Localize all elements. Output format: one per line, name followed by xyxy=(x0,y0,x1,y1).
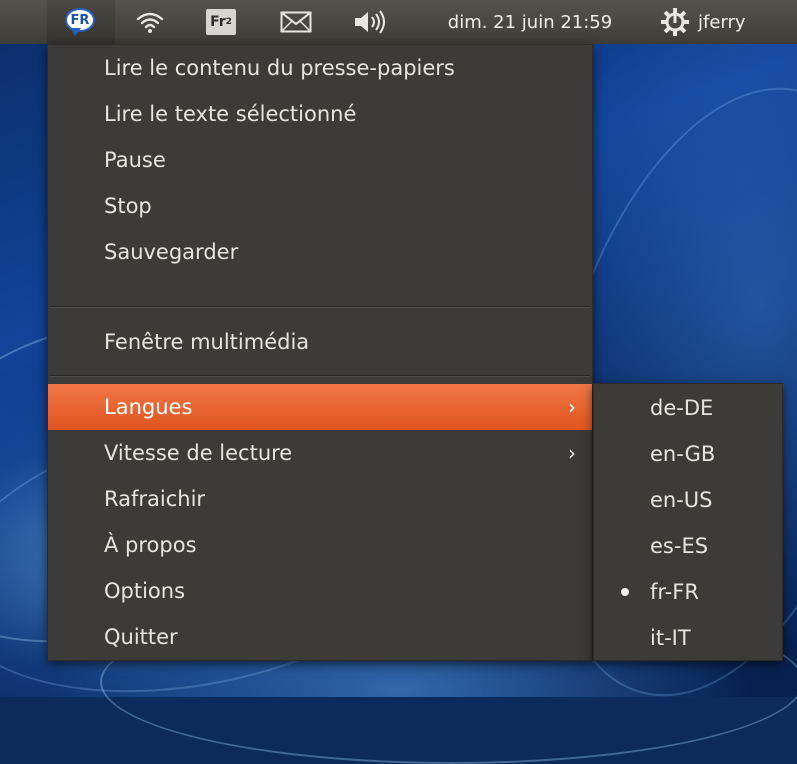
speech-bubble-icon: FR xyxy=(63,7,99,37)
chevron-right-icon: › xyxy=(568,441,576,465)
chevron-right-icon: › xyxy=(568,395,576,419)
indicator-menu: Lire le contenu du presse-papiers Lire l… xyxy=(47,44,593,661)
session-indicator[interactable]: jferry xyxy=(660,0,797,44)
datetime-indicator[interactable]: dim. 21 juin 21:59 xyxy=(410,0,650,44)
language-option-it-it[interactable]: it-IT xyxy=(594,615,782,661)
keyboard-layout-indicator[interactable]: Fr 2 xyxy=(196,0,246,44)
language-label: es-ES xyxy=(650,534,709,558)
menu-item-label: Vitesse de lecture xyxy=(104,441,293,465)
power-gear-icon xyxy=(661,8,689,36)
languages-submenu: de-DE en-GB en-US es-ES fr-FR it-IT xyxy=(593,383,783,661)
menu-item-read-selection[interactable]: Lire le texte sélectionné xyxy=(48,91,592,137)
language-option-en-us[interactable]: en-US xyxy=(594,477,782,523)
menu-item-languages[interactable]: Langues › xyxy=(48,384,592,430)
language-option-es-es[interactable]: es-ES xyxy=(594,523,782,569)
menu-separator xyxy=(50,375,590,377)
wifi-icon xyxy=(136,12,164,33)
radio-selected-icon xyxy=(621,588,629,596)
top-panel: FR Fr 2 dim. 21 juin 21:59 jferry xyxy=(0,0,797,44)
menu-item-reading-speed[interactable]: Vitesse de lecture › xyxy=(48,430,592,476)
messaging-indicator[interactable] xyxy=(266,0,326,44)
language-option-en-gb[interactable]: en-GB xyxy=(594,431,782,477)
menu-item-options[interactable]: Options xyxy=(48,568,592,614)
menu-item-about[interactable]: À propos xyxy=(48,522,592,568)
fr2-label: Fr xyxy=(210,14,226,30)
tts-indicator[interactable]: FR xyxy=(47,0,115,44)
menu-item-label: Langues xyxy=(104,395,193,419)
clock: dim. 21 juin 21:59 xyxy=(447,11,613,33)
menu-item-label: Options xyxy=(104,579,186,603)
language-label: en-GB xyxy=(650,442,716,466)
sound-indicator[interactable] xyxy=(340,0,400,44)
menu-item-label: Lire le texte sélectionné xyxy=(104,102,357,126)
menu-item-save[interactable]: Sauvegarder xyxy=(48,229,592,275)
menu-item-label: À propos xyxy=(104,533,197,557)
language-label: de-DE xyxy=(650,396,714,420)
menu-separator xyxy=(50,306,590,308)
network-indicator[interactable] xyxy=(125,0,175,44)
menu-item-stop[interactable]: Stop xyxy=(48,183,592,229)
fr2-icon: Fr 2 xyxy=(206,9,236,35)
menu-item-label: Lire le contenu du presse-papiers xyxy=(104,56,455,80)
language-label: it-IT xyxy=(650,626,691,650)
user-name: jferry xyxy=(698,11,746,33)
menu-item-label: Quitter xyxy=(104,625,178,649)
menu-item-label: Sauvegarder xyxy=(104,240,239,264)
mail-icon xyxy=(280,11,312,33)
menu-item-quit[interactable]: Quitter xyxy=(48,614,592,660)
menu-item-label: Stop xyxy=(104,194,152,218)
language-option-de-de[interactable]: de-DE xyxy=(594,385,782,431)
menu-item-media-window[interactable]: Fenêtre multimédia xyxy=(48,319,592,365)
menu-item-read-clipboard[interactable]: Lire le contenu du presse-papiers xyxy=(48,45,592,91)
menu-item-label: Rafraichir xyxy=(104,487,206,511)
language-label: en-US xyxy=(650,488,713,512)
menu-item-refresh[interactable]: Rafraichir xyxy=(48,476,592,522)
volume-icon xyxy=(355,10,385,34)
language-label: fr-FR xyxy=(650,580,699,604)
menu-item-label: Pause xyxy=(104,148,166,172)
menu-item-label: Fenêtre multimédia xyxy=(104,330,310,354)
menu-item-pause[interactable]: Pause xyxy=(48,137,592,183)
fr2-sub: 2 xyxy=(225,17,232,27)
language-option-fr-fr[interactable]: fr-FR xyxy=(594,569,782,615)
